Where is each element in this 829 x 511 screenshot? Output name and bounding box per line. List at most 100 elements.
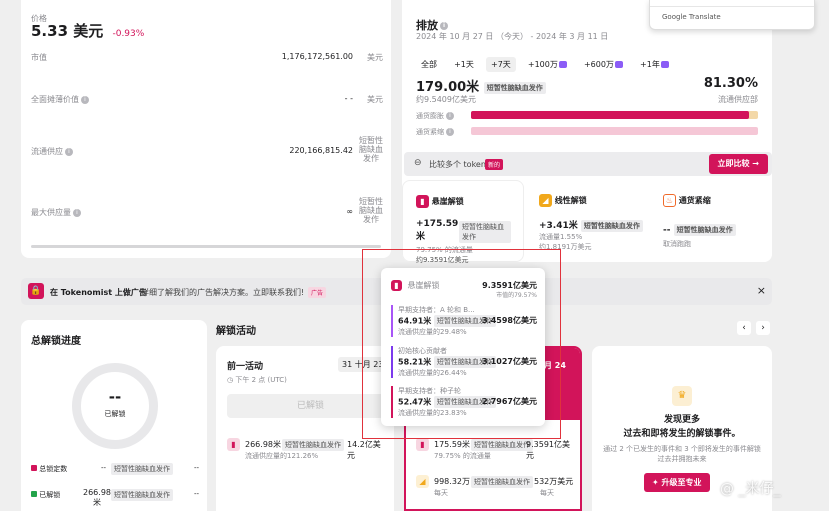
stat-row: 流通供应 i 220,166,815.42 短暂性脑缺血发作	[31, 136, 383, 163]
compare-icon: ⊖	[414, 158, 422, 168]
next-activity-row: ▮ 175.59米 短暂性脑缺血发作 9.3591亿美元 79.75% 的流通量	[416, 438, 576, 460]
prev-activity-time: ◷ 下午 2 点 (UTC)	[227, 376, 287, 384]
cliff-unlock-icon: ▮	[391, 280, 402, 291]
emission-amount: 179.00米 短暂性脑缺血发作	[416, 76, 546, 95]
linear-unlock-header: ◢ 线性解锁	[539, 194, 587, 207]
stat-value: ∞	[346, 207, 353, 216]
deflation-card[interactable]: ♨ 通货紧缩 -- 短暂性脑缺血发作 取消跑跑	[650, 180, 772, 262]
progress-row-locked: 总锁定数 -- 短暂性脑缺血发作 --	[31, 463, 199, 475]
emission-date: 2024 年 10 月 27 日 （今天） - 2024 年 3 月 11 日	[416, 32, 609, 41]
prev-arrow-button[interactable]: ‹	[737, 321, 751, 335]
progress-center-label: 已解锁	[104, 410, 126, 418]
ad-text[interactable]: 详细了解我们的广告解决方案。立即联系我们!	[141, 287, 304, 298]
linear-unlock-icon: ◢	[539, 194, 552, 207]
tooltip-header: ▮ 悬崖解锁 9.3591亿美元 市值的79.57%	[391, 280, 537, 299]
price-value: 5.33 美元 -0.93%	[31, 20, 144, 41]
tooltip-item: 早期支持者：A 轮和 B... 64.91米 短暂性脑缺血发作 3.4598亿美元…	[391, 305, 537, 337]
linear-unlock-sub: 流通量1.55%	[539, 233, 583, 241]
inflation-bar	[471, 111, 758, 119]
info-icon[interactable]: i	[73, 208, 81, 217]
ad-close-button[interactable]: ×	[757, 284, 766, 297]
unlock-progress-card: 总解锁进度 -- 已解锁 总锁定数 -- 短暂性脑缺血发作 -- 已解锁 266…	[21, 320, 207, 511]
compare-badge: 新的	[485, 159, 504, 170]
crown-icon	[558, 61, 567, 68]
progress-title: 总解锁进度	[31, 336, 81, 347]
stat-unit: 短暂性脑缺血发作	[359, 136, 383, 163]
stat-row: 全面摊薄价值 i - - 美元	[31, 94, 383, 105]
stat-label: 全面摊薄价值	[31, 95, 79, 104]
cliff-unlock-icon: ▮	[227, 438, 240, 451]
compare-label: 比较多个 token	[429, 160, 486, 169]
inflation-fill	[471, 111, 750, 119]
stat-label: 最大供应量	[31, 208, 71, 217]
next-arrow-button[interactable]: ›	[756, 321, 770, 335]
linear-unlock-amount: +3.41米 短暂性脑缺血发作	[539, 218, 643, 232]
lock-icon: 🔒	[28, 283, 44, 299]
discover-title1: 发现更多	[663, 415, 700, 425]
next-activity-row: ◢ 998.32万 短暂性脑缺血发作 532万美元 每天 每天	[416, 475, 576, 497]
inflation-label: 通货膨胀	[416, 112, 444, 120]
stat-row: 市值 1,176,172,561.00 美元	[31, 52, 383, 63]
scroll-bar[interactable]	[31, 245, 381, 248]
cliff-unlock-tag: 短暂性脑缺血发作	[459, 221, 511, 243]
deflation-sub: 取消跑跑	[663, 240, 691, 248]
prev-activity-row: ▮ 266.98米 短暂性脑缺血发作 14.2亿美元 流通供应量的121.26%	[227, 438, 387, 460]
prev-activity-title: 前一活动	[227, 362, 264, 372]
filter-1y[interactable]: +1年	[635, 57, 674, 72]
progress-row-unlocked: 已解锁 266.98米 短暂性脑缺血发作 --	[31, 488, 199, 507]
filter-600w[interactable]: +600万	[579, 57, 628, 72]
upgrade-button[interactable]: ✦ 升级至专业	[644, 473, 710, 492]
flame-icon: ♨	[663, 194, 676, 207]
info-icon[interactable]: i	[81, 95, 89, 104]
info-icon[interactable]: i	[65, 147, 73, 156]
stat-unit: 美元	[367, 53, 383, 62]
stat-value: 1,176,172,561.00	[281, 52, 353, 61]
translate-divider	[650, 6, 814, 7]
inflation-row: 通货膨胀 i	[416, 111, 758, 121]
filter-7d[interactable]: +7天	[485, 57, 516, 72]
cliff-unlock-header: ▮ 悬崖解锁	[416, 195, 464, 208]
progress-center-value: --	[108, 388, 122, 406]
filter-all[interactable]: 全部	[416, 57, 442, 72]
info-icon[interactable]: i	[446, 128, 454, 136]
google-translate-label: Google Translate	[662, 13, 721, 21]
price-card: 价格 5.33 美元 -0.93% 市值 1,176,172,561.00 美元…	[21, 0, 391, 258]
filter-100w[interactable]: +100万	[523, 57, 572, 72]
stat-label: 市值	[31, 53, 47, 62]
deflation-amount: -- 短暂性脑缺血发作	[663, 224, 736, 236]
activity-title: 解锁活动	[216, 326, 256, 337]
info-icon[interactable]: i	[440, 22, 448, 30]
watermark: @ _米仔_	[720, 481, 781, 497]
emission-percent: 81.30%	[703, 76, 758, 91]
emission-percent-sub: 流通供应部	[718, 95, 758, 104]
cliff-unlock-icon: ▮	[416, 195, 429, 208]
compare-button[interactable]: 立即比较 →	[708, 154, 768, 174]
crown-icon	[660, 61, 669, 68]
stat-label: 流通供应	[31, 147, 63, 156]
stat-unit: 短暂性脑缺血发作	[359, 197, 383, 224]
tooltip-item: 初始核心贡献者 58.21米 短暂性脑缺血发作 3.1027亿美元 流通供应量的2…	[391, 346, 537, 378]
filter-1d[interactable]: +1天	[449, 57, 479, 72]
clock-icon: ◷	[227, 376, 234, 384]
stat-value: 220,166,815.42	[289, 146, 353, 155]
deflation-bar	[471, 127, 758, 135]
cliff-unlock-amount: +175.59米	[416, 219, 459, 242]
info-icon[interactable]: i	[446, 112, 454, 120]
stat-unit: 美元	[367, 95, 383, 104]
deflation-row: 通货紧缩 i	[416, 127, 758, 137]
stat-row: 最大供应量 i ∞ 短暂性脑缺血发作	[31, 197, 383, 224]
linear-unlock-icon: ◢	[416, 475, 429, 488]
range-filters: 全部 +1天 +7天 +100万 +600万 +1年	[416, 52, 676, 72]
cliff-unlock-tooltip: ▮ 悬崖解锁 9.3591亿美元 市值的79.57% 早期支持者：A 轮和 B.…	[381, 268, 545, 426]
tooltip-item: 早期支持者：种子轮 52.47米 短暂性脑缺血发作 2.7967亿美元 流通供应量…	[391, 386, 537, 418]
compare-bar: ⊖ 比较多个 token 新的 立即比较 →	[404, 152, 772, 176]
deflation-label: 通货紧缩	[416, 128, 444, 136]
discover-text: 通过 2 个已发生的事件和 3 个即将发生的事件解锁过去并拥抱未来	[603, 445, 761, 463]
ad-lead: 在 Tokenomist 上做广告	[50, 288, 147, 297]
crown-icon	[614, 61, 623, 68]
google-translate-popup: Google Translate	[649, 0, 815, 30]
stat-value: - -	[344, 94, 353, 103]
crown-icon: ♛	[672, 386, 692, 406]
progress-ring	[72, 363, 158, 449]
discover-title2: 过去和即将发生的解锁事件。	[623, 429, 741, 439]
